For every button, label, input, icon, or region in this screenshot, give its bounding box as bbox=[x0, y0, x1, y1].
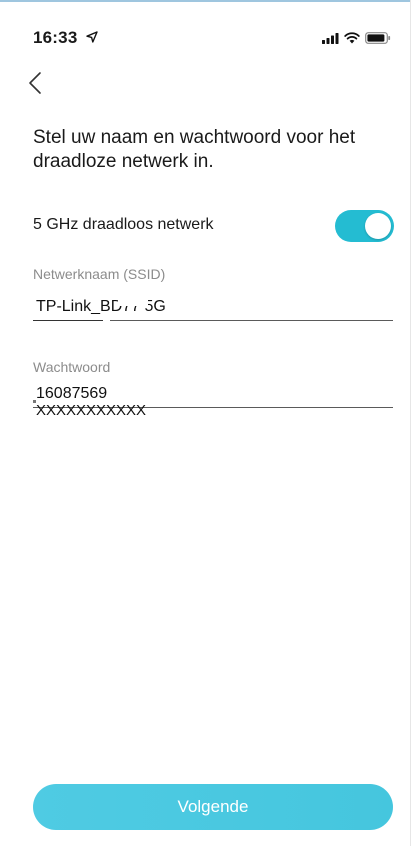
status-time-wrapper: 16:33 bbox=[33, 28, 99, 48]
page-heading: Stel uw naam en wachtwoord voor het draa… bbox=[33, 127, 356, 172]
ssid-underline-short bbox=[33, 320, 103, 321]
ssid-redaction-mask bbox=[118, 294, 148, 306]
status-bar: 16:33 bbox=[0, 26, 411, 50]
toggle-5ghz-label: 5 GHz draadloos netwerk bbox=[33, 216, 214, 233]
ssid-label: Netwerknaam (SSID) bbox=[33, 266, 166, 282]
toggle-knob bbox=[365, 213, 391, 239]
next-button[interactable]: Volgende bbox=[33, 784, 393, 830]
status-icons bbox=[322, 31, 391, 45]
top-divider bbox=[0, 0, 411, 2]
password-dash-mark bbox=[33, 400, 36, 403]
password-label: Wachtwoord bbox=[33, 359, 111, 375]
ssid-underline bbox=[110, 320, 393, 321]
chevron-left-icon bbox=[29, 72, 41, 94]
signal-icon bbox=[322, 32, 339, 44]
back-button[interactable] bbox=[26, 70, 50, 96]
password-strike-overlay: XXXXXXXXXXX bbox=[36, 402, 147, 419]
toggle-5ghz-switch[interactable] bbox=[335, 210, 394, 242]
password-input[interactable]: 16087569 bbox=[36, 385, 107, 403]
wifi-icon bbox=[344, 32, 360, 44]
battery-icon bbox=[365, 32, 391, 44]
status-time: 16:33 bbox=[33, 28, 78, 47]
location-arrow-icon bbox=[86, 31, 99, 43]
